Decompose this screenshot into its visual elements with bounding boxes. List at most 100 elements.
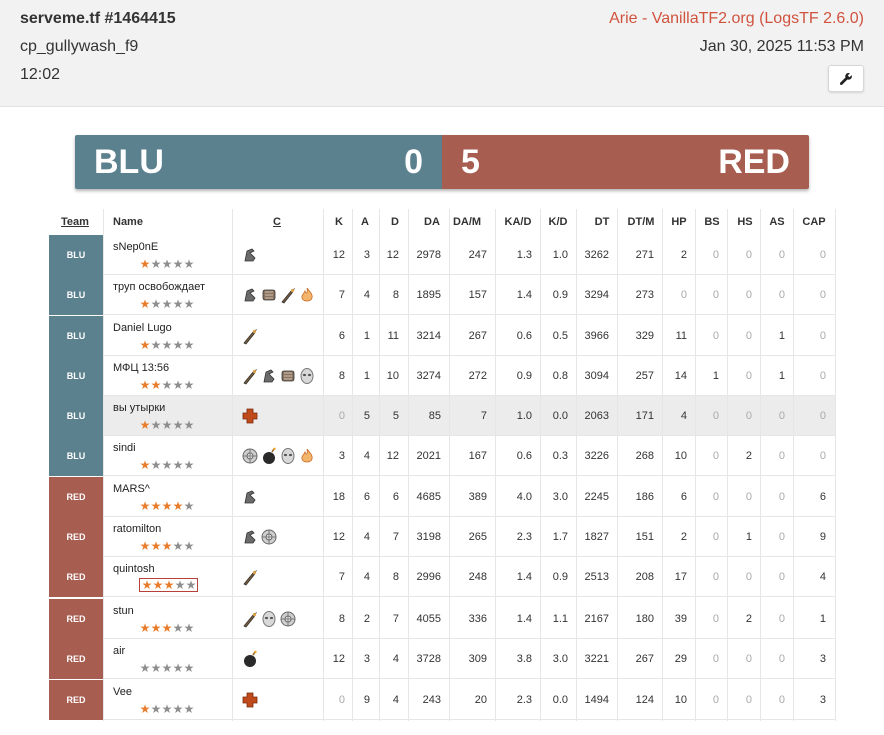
table-row[interactable]: BLU sindi ★ ★ ★ ★ ★ 3 4 12 2021 167 0.6 0.3 3226 268 10 0… bbox=[49, 436, 835, 476]
table-row[interactable]: BLU sNep0nE ★ ★ ★ ★ ★ 12 3 12 2978 247 1.3 1.0 3262 271… bbox=[49, 235, 835, 275]
soldier-class-icon bbox=[281, 287, 296, 304]
stat-da: 3274 bbox=[416, 370, 441, 382]
star-icon: ★ bbox=[183, 338, 195, 352]
star-icon: ★ bbox=[172, 702, 184, 716]
stat-dtm: 171 bbox=[635, 410, 654, 422]
stat-kad: 1.4 bbox=[516, 571, 532, 583]
spy-class-icon bbox=[300, 368, 314, 384]
player-name-link[interactable]: труп освобождает bbox=[113, 281, 205, 293]
stat-d: 11 bbox=[387, 330, 399, 342]
table-row[interactable]: RED ratomilton ★ ★ ★ ★ ★ 12 4 7 3198 265 2.3 1.7 1827 1… bbox=[49, 517, 835, 557]
uploader-link[interactable]: Arie - VanillaTF2.org (LogsTF 2.6.0) bbox=[609, 10, 864, 28]
column-header-cap[interactable]: CAP bbox=[789, 209, 839, 235]
player-name-link[interactable]: Daniel Lugo bbox=[113, 322, 172, 334]
column-divider bbox=[352, 209, 353, 721]
player-rating-stars: ★ ★ ★ ★ ★ bbox=[139, 418, 195, 432]
spy-class-icon bbox=[262, 611, 276, 627]
player-name-link[interactable]: вы утырки bbox=[113, 402, 165, 414]
table-row[interactable]: RED MARS^ ★ ★ ★ ★ ★ 18 6 6 4685 389 4.0 3.0 2245 186 6 0 0… bbox=[49, 477, 835, 517]
stat-as: 0 bbox=[778, 531, 785, 543]
pyro-class-icon bbox=[301, 448, 313, 463]
stat-da: 4055 bbox=[416, 613, 441, 625]
team-badge: RED bbox=[49, 557, 103, 597]
stat-da: 3214 bbox=[416, 330, 441, 342]
stat-k: 3 bbox=[338, 450, 345, 462]
star-icon: ★ bbox=[150, 257, 162, 271]
demoman-class-icon bbox=[244, 650, 257, 667]
star-icon: ★ bbox=[150, 539, 162, 553]
star-icon: ★ bbox=[172, 661, 184, 675]
red-team-name: RED bbox=[718, 142, 790, 181]
table-row[interactable]: BLU МФЦ 13:56 ★ ★ ★ ★ ★ 8 1 10 3274 272 0.9 0.8 3094 25… bbox=[49, 356, 835, 396]
column-divider bbox=[408, 209, 409, 721]
player-name-link[interactable]: quintosh bbox=[113, 563, 155, 575]
stat-as: 0 bbox=[778, 289, 785, 301]
stat-cap: 6 bbox=[819, 491, 826, 503]
table-row[interactable]: BLU труп освобождает ★ ★ ★ ★ ★ 7 4 8 1895 157 1.4 0.9… bbox=[49, 275, 835, 315]
log-title: serveme.tf #1464415 bbox=[20, 10, 176, 27]
stat-dtm: 208 bbox=[635, 571, 654, 583]
star-icon: ★ bbox=[139, 297, 151, 311]
scout-class-icon bbox=[244, 288, 256, 302]
table-row[interactable]: RED stun ★ ★ ★ ★ ★ 8 2 7 4055 336 1.4 1.1 2167 180 39 0 2 0… bbox=[49, 599, 835, 639]
stat-hs: 2 bbox=[745, 450, 752, 462]
table-row[interactable]: RED quintosh ★ ★ ★ ★ ★ 7 4 8 2996 248 1.4 0.9 2513 208 1… bbox=[49, 557, 835, 597]
star-icon: ★ bbox=[161, 702, 173, 716]
player-name-link[interactable]: ratomilton bbox=[113, 523, 161, 535]
player-name-link[interactable]: stun bbox=[113, 605, 134, 617]
star-icon: ★ bbox=[183, 458, 195, 472]
star-icon: ★ bbox=[172, 621, 184, 635]
player-name-link[interactable]: Vee bbox=[113, 686, 132, 698]
stat-k: 7 bbox=[338, 571, 345, 583]
stat-d: 7 bbox=[392, 613, 399, 625]
red-team-score: 5 bbox=[461, 142, 480, 181]
table-row[interactable]: BLU Daniel Lugo ★ ★ ★ ★ ★ 6 1 11 3214 267 0.6 0.5 3966… bbox=[49, 316, 835, 356]
medic-class-icon bbox=[242, 692, 258, 708]
player-name-link[interactable]: MARS^ bbox=[113, 483, 150, 495]
team-badge: BLU bbox=[49, 356, 103, 396]
player-name-link[interactable]: МФЦ 13:56 bbox=[113, 362, 169, 374]
stat-cap: 1 bbox=[819, 613, 826, 625]
blu-team-name: BLU bbox=[94, 142, 164, 181]
star-icon: ★ bbox=[139, 458, 151, 472]
team-badge: BLU bbox=[49, 436, 103, 476]
stat-dtm: 329 bbox=[635, 330, 654, 342]
star-icon: ★ bbox=[172, 539, 184, 553]
tools-button[interactable] bbox=[828, 65, 864, 92]
stat-as: 0 bbox=[778, 571, 785, 583]
star-icon: ★ bbox=[139, 621, 151, 635]
star-icon: ★ bbox=[183, 418, 195, 432]
stat-d: 6 bbox=[392, 491, 399, 503]
column-header-c[interactable]: C bbox=[252, 209, 302, 235]
star-icon: ★ bbox=[163, 578, 175, 592]
star-icon: ★ bbox=[161, 378, 173, 392]
blu-score-panel: BLU 0 bbox=[75, 135, 442, 189]
star-icon: ★ bbox=[161, 539, 173, 553]
column-header-name[interactable]: Name bbox=[113, 209, 173, 235]
stat-d: 12 bbox=[386, 450, 399, 462]
player-rating-stars: ★ ★ ★ ★ ★ bbox=[139, 297, 195, 311]
stat-as: 0 bbox=[778, 613, 785, 625]
player-name-link[interactable]: sNep0nE bbox=[113, 241, 158, 253]
star-icon: ★ bbox=[139, 257, 151, 271]
stat-k: 6 bbox=[338, 330, 345, 342]
table-row[interactable]: BLU вы утырки ★ ★ ★ ★ ★ 0 5 5 85 7 1.0 0.0 2063 171 4 0 0 0… bbox=[49, 396, 835, 436]
table-row[interactable]: RED Vee ★ ★ ★ ★ ★ 0 9 4 243 20 2.3 0.0 1494 124 10 0 0 0 3 bbox=[49, 680, 835, 720]
stat-dtm: 273 bbox=[635, 289, 654, 301]
stat-d: 4 bbox=[392, 694, 399, 706]
player-name-link[interactable]: air bbox=[113, 645, 125, 657]
stat-kad: 2.3 bbox=[516, 694, 532, 706]
table-row[interactable]: RED air ★ ★ ★ ★ ★ 12 3 4 3728 309 3.8 3.0 3221 267 29 0 0 0… bbox=[49, 639, 835, 679]
class-icons bbox=[241, 245, 259, 265]
column-header-team[interactable]: Team bbox=[50, 209, 100, 235]
star-icon: ★ bbox=[183, 702, 195, 716]
star-icon: ★ bbox=[172, 418, 184, 432]
stat-hs: 0 bbox=[745, 653, 752, 665]
column-divider bbox=[540, 209, 541, 721]
star-icon: ★ bbox=[161, 661, 173, 675]
stat-kad: 2.3 bbox=[516, 531, 532, 543]
team-badge: RED bbox=[49, 517, 103, 557]
stat-hs: 0 bbox=[745, 289, 752, 301]
stat-d: 4 bbox=[392, 653, 399, 665]
player-name-link[interactable]: sindi bbox=[113, 442, 136, 454]
